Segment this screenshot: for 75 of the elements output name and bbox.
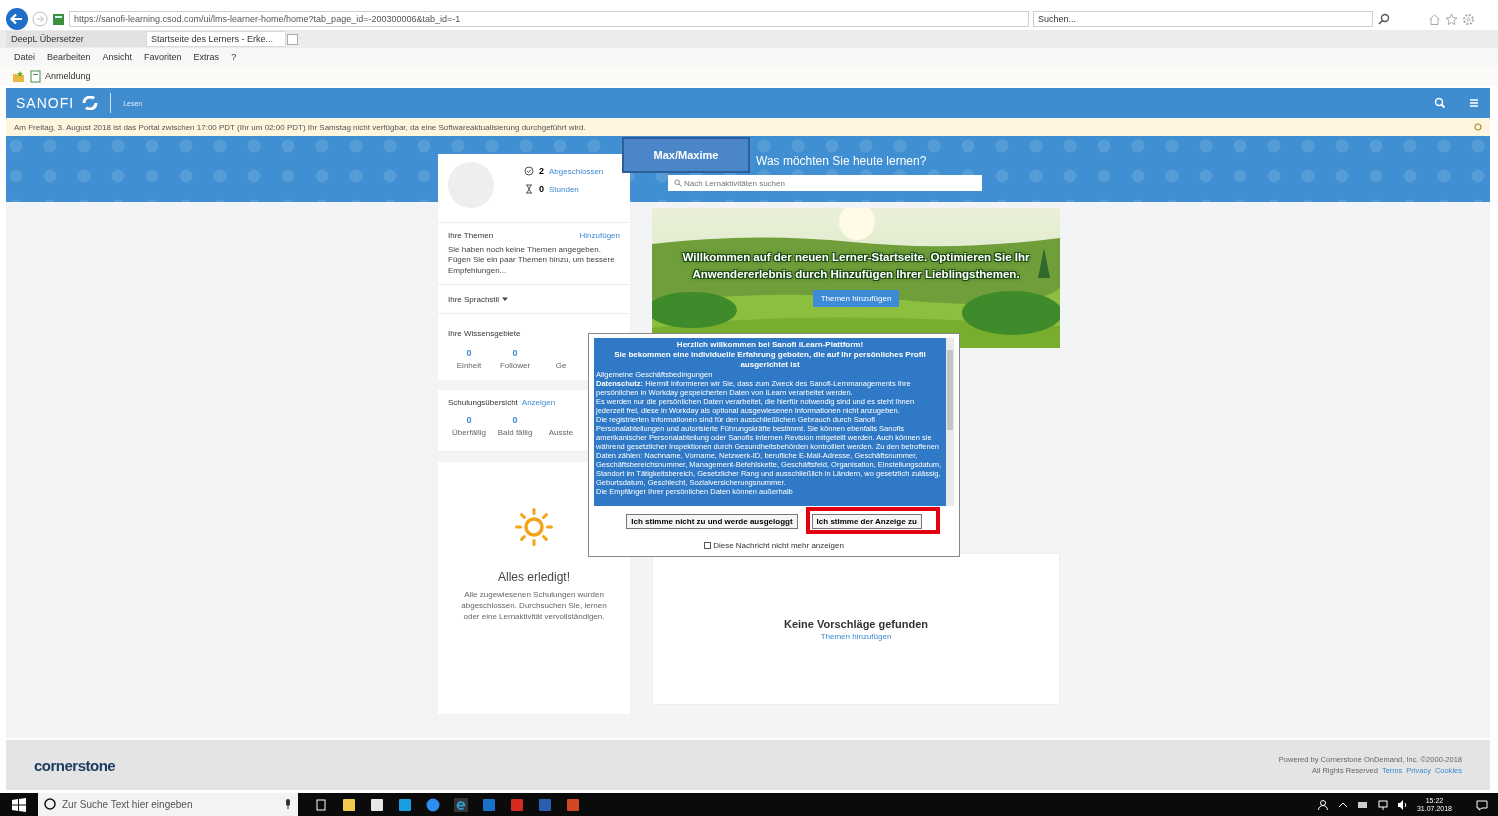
dialog-title: Herzlich willkommen bei Sanofi iLearn-Plattform! [675, 340, 865, 350]
favorites-icon[interactable] [12, 69, 25, 83]
checkbox-label[interactable]: Diese Nachricht nicht mehr anzeigen [713, 541, 844, 550]
dialog-subtitle: Sie bekommen eine individuelle Erfahrung geboten, die auf Ihr persönliches Profil ausgerichtet ist [613, 350, 927, 370]
volume-icon[interactable] [1396, 798, 1409, 811]
search-field[interactable]: Suchen... [1033, 11, 1373, 27]
browser-tab[interactable]: DeepL Übersetzer [6, 31, 146, 47]
search-icon[interactable] [1434, 97, 1446, 109]
search-icon[interactable] [1377, 12, 1390, 26]
caret-icon[interactable] [502, 296, 509, 303]
name-label: Max/Maxime [622, 137, 750, 173]
add-link[interactable]: Hinzufügen [579, 231, 620, 240]
stat-label: Bald fällig [497, 428, 533, 438]
status-title: Alles erledigt! [497, 570, 570, 585]
address-field[interactable]: https://sanofi-learning.csod.com/ui/lms-learner-home/home?tab_page_id=-200300006&tab_id=-1 [69, 11, 1029, 27]
browser-tab[interactable]: Startseite des Lerners - Erke... [146, 31, 286, 47]
notice-text: Am Freitag, 3. August 2018 ist das Portal zwischen 17:00 PDT (Ihr um 02:00 PDT) Ihr Samstag nicht verfügbar, da eine Softwareaktualisierung durchgeführt wird. [14, 122, 587, 132]
status-text: Alle zugewiesenen Schulungen wurden abgeschlossen. Durchsuchen Sie, lernen oder eine Lernaktivität vervollständigen. [460, 590, 608, 623]
sun-icon [513, 506, 555, 549]
topics-text: Sie haben noch keine Themen angegeben. Fügen Sie ein paar Themen hinzu, um bessere Empfehlungen... [448, 245, 616, 277]
dialog-button[interactable]: Ich stimme der Anzeige zu [811, 514, 922, 529]
hourglass-icon [524, 184, 534, 194]
stat-label: Überfällig [452, 428, 486, 438]
back-icon[interactable] [6, 8, 28, 30]
page-icon [52, 12, 65, 26]
check-circle-icon [524, 166, 534, 176]
settings-icon[interactable] [1474, 123, 1482, 131]
star-icon[interactable] [1445, 12, 1458, 26]
task-view-icon[interactable] [314, 797, 328, 812]
favorite-link[interactable]: Anmeldung [45, 71, 91, 81]
language-dropdown[interactable]: Ihre Sprachstil [448, 294, 500, 304]
menu-item[interactable]: ? [231, 52, 237, 62]
browser-icon[interactable] [454, 797, 468, 812]
stat-value: 0 [512, 415, 518, 426]
logo-icon [82, 96, 99, 110]
stat-link[interactable]: Abgeschlossen [549, 166, 604, 176]
search-icon [674, 179, 682, 187]
show-link[interactable]: Anzeigen [521, 398, 556, 408]
stat-label: Follower [499, 361, 531, 371]
stat-value: 0 [539, 184, 544, 194]
footer-logo: cornerstone [34, 756, 116, 774]
stat-label: Ausste [548, 428, 574, 438]
windows-icon[interactable] [12, 797, 26, 812]
stat-value: 0 [512, 348, 518, 359]
stat-value: 0 [466, 415, 472, 426]
microphone-icon[interactable] [284, 798, 292, 810]
network-icon[interactable] [1376, 798, 1389, 811]
section-title: Ihre Themen [448, 231, 494, 240]
stat-link[interactable]: Stunden [549, 184, 579, 194]
stat-label: Ge [555, 361, 567, 371]
menu-item[interactable]: Datei [14, 52, 35, 62]
scrollbar[interactable] [946, 338, 954, 506]
banner-text: Willkommen auf der neuen Lerner-Startseite. Optimieren Sie Ihr Anwendererlebnis durch Hinzufügen Ihrer Lieblingsthemen. [681, 250, 1031, 282]
notification-icon[interactable] [1476, 798, 1488, 811]
menu-item[interactable]: Bearbeiten [47, 52, 91, 62]
menu-item[interactable]: Extras [193, 52, 220, 62]
taskbar-search-field[interactable]: Zur Suche Text hier eingeben [38, 793, 298, 816]
logo: SANOFI [16, 95, 75, 111]
section-title: Schulungsübersicht [448, 398, 518, 408]
section-title: Ihre Wissensgebiete [448, 329, 521, 339]
dialog-button[interactable]: Ich stimme nicht zu und werde ausgeloggt [626, 514, 798, 529]
add-topics-link[interactable]: Themen hinzufügen [820, 631, 892, 641]
search-field[interactable]: Nach Lernaktivitäten suchen [668, 175, 982, 191]
menu-item[interactable]: Favoriten [144, 52, 182, 62]
checkbox[interactable] [704, 542, 712, 549]
suggestions-title: Keine Vorschläge gefunden [783, 617, 929, 630]
menu-item[interactable]: Ansicht [102, 52, 133, 62]
menu-icon[interactable] [1468, 97, 1480, 109]
stat-label: Einheit [456, 361, 482, 371]
search-circle-icon [44, 798, 56, 810]
stat-value: 2 [539, 166, 544, 176]
stat-value: 0 [466, 348, 472, 359]
page-icon [29, 69, 42, 83]
hero-heading: Was möchten Sie heute lernen? [756, 154, 928, 168]
people-icon[interactable] [1316, 798, 1329, 811]
